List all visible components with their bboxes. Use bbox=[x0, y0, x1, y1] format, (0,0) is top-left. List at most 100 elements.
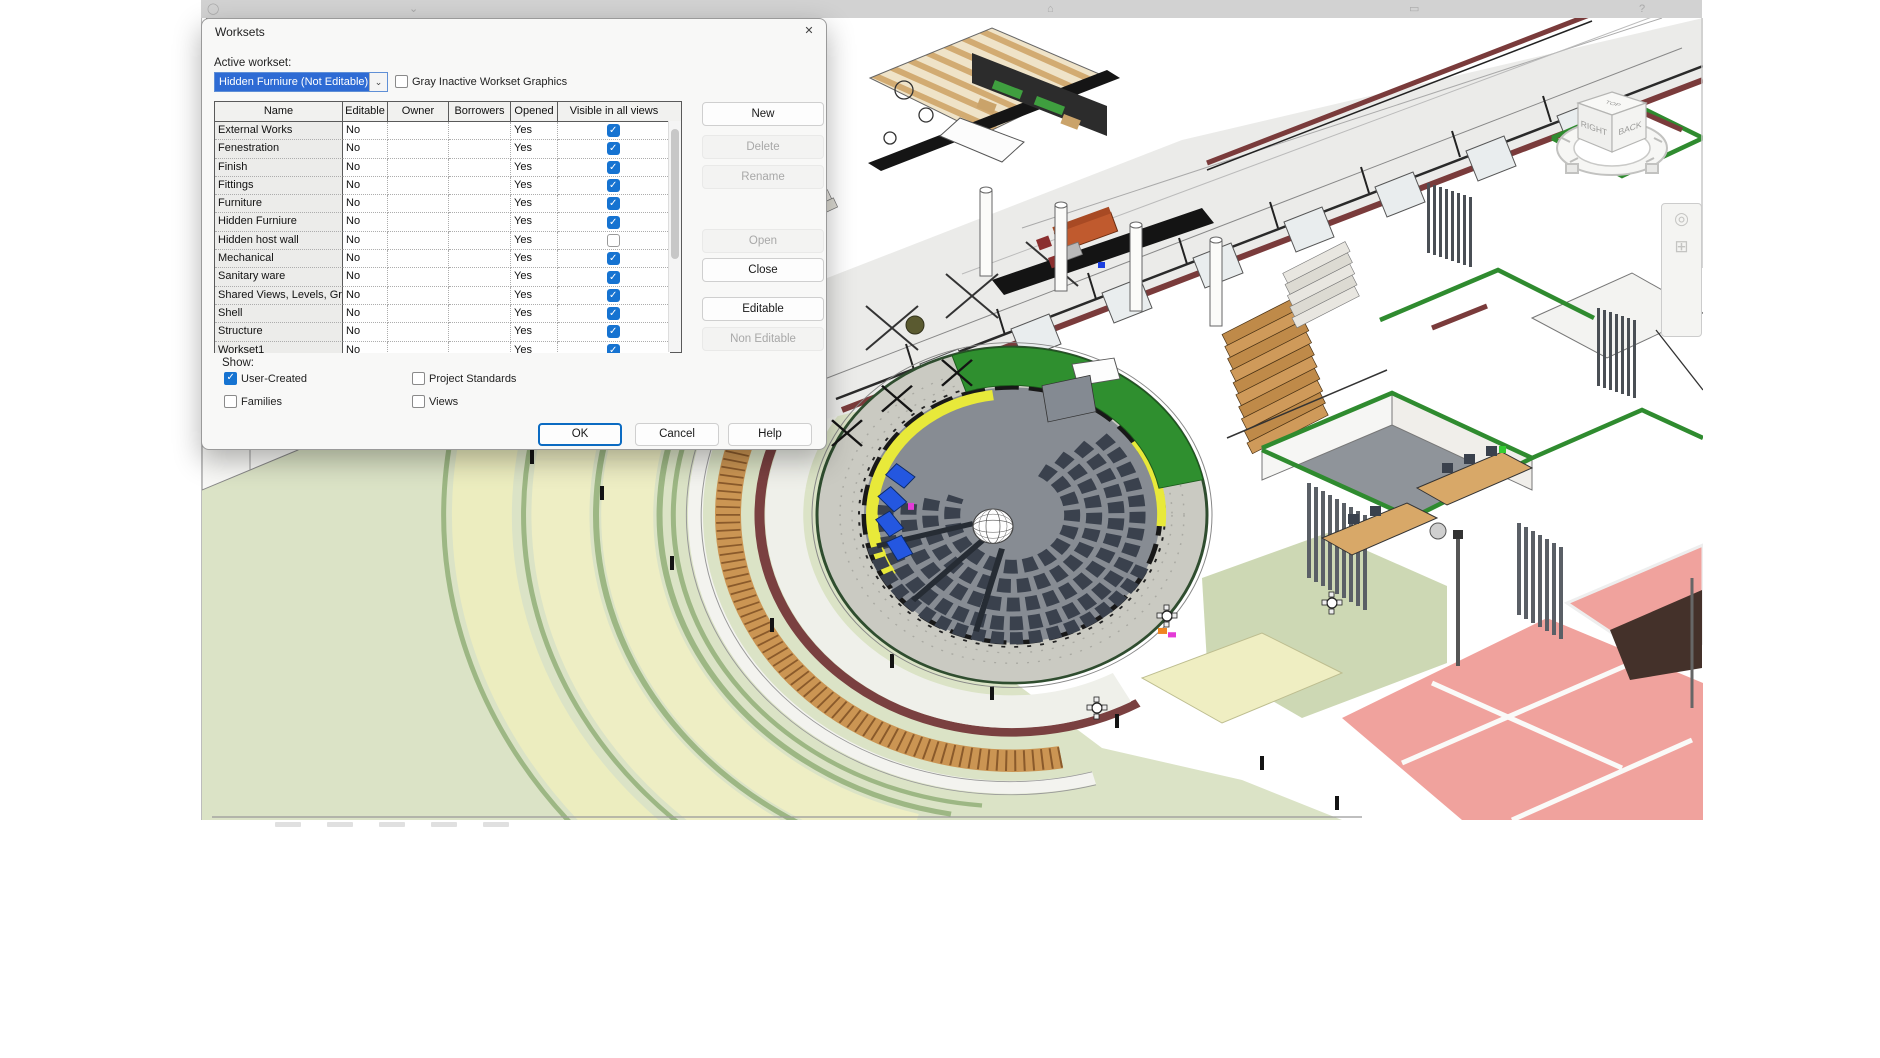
visible-in-all-views-checkbox[interactable] bbox=[607, 179, 620, 192]
scrollbar-thumb[interactable] bbox=[671, 129, 679, 259]
cell-editable: No bbox=[343, 122, 388, 140]
visible-in-all-views-checkbox[interactable] bbox=[607, 142, 620, 155]
visible-in-all-views-checkbox[interactable] bbox=[607, 197, 620, 210]
help-button[interactable]: Help bbox=[728, 423, 812, 446]
active-workset-label: Active workset: bbox=[214, 57, 291, 69]
panel-icon[interactable]: ▭ bbox=[1409, 1, 1419, 17]
revit-window: ◯ ⌄ ⌂ ▭ ? bbox=[0, 0, 1880, 1058]
pan-icon[interactable]: ⊞ bbox=[1674, 238, 1688, 256]
cell-editable: No bbox=[343, 323, 388, 341]
cell-opened: Yes bbox=[511, 232, 558, 250]
col-header-visible[interactable]: Visible in all views bbox=[558, 102, 670, 121]
blue-item bbox=[1098, 262, 1105, 268]
cell-editable: No bbox=[343, 195, 388, 213]
cell-borrowers bbox=[449, 159, 511, 177]
show-project-standards-checkbox[interactable] bbox=[412, 372, 425, 385]
show-user-created-checkbox[interactable] bbox=[224, 372, 237, 385]
rename-button: Rename bbox=[702, 165, 824, 189]
table-row[interactable]: FurnitureNoYes bbox=[215, 195, 681, 213]
table-row[interactable]: External WorksNoYes bbox=[215, 122, 681, 140]
table-row[interactable]: FinishNoYes bbox=[215, 159, 681, 177]
table-row[interactable]: MechanicalNo Yes bbox=[215, 250, 681, 268]
cell-borrowers bbox=[449, 232, 511, 250]
steering-wheel-icon[interactable]: ◎ bbox=[1674, 210, 1689, 228]
table-scrollbar[interactable] bbox=[668, 121, 681, 352]
cell-name: Shared Views, Levels, Grids bbox=[215, 287, 343, 305]
home-icon[interactable]: ⌂ bbox=[1047, 1, 1054, 17]
cancel-button[interactable]: Cancel bbox=[635, 423, 719, 446]
cell-editable: No bbox=[343, 342, 388, 353]
table-row[interactable]: ShellNoYes bbox=[215, 305, 681, 323]
view-control-bar[interactable] bbox=[275, 822, 509, 830]
visible-in-all-views-checkbox[interactable] bbox=[607, 289, 620, 302]
new-button[interactable]: New bbox=[702, 102, 824, 126]
window-titlebar: ◯ ⌄ ⌂ ▭ ? bbox=[201, 0, 1702, 19]
cell-opened: Yes bbox=[511, 342, 558, 353]
dropdown-caret-icon[interactable]: ⌄ bbox=[409, 1, 418, 17]
table-row[interactable]: FenestrationNoYes bbox=[215, 140, 681, 158]
close-button[interactable]: Close bbox=[702, 258, 824, 282]
cell-name: Fenestration bbox=[215, 140, 343, 158]
dialog-title: Worksets bbox=[215, 25, 265, 39]
compass-icon: ◯ bbox=[207, 1, 219, 17]
visible-in-all-views-checkbox[interactable] bbox=[607, 234, 620, 247]
cell-owner bbox=[388, 140, 449, 158]
table-row[interactable]: FittingsNoYes bbox=[215, 177, 681, 195]
help-icon[interactable]: ? bbox=[1639, 1, 1645, 17]
visible-in-all-views-checkbox[interactable] bbox=[607, 252, 620, 265]
cell-opened: Yes bbox=[511, 250, 558, 268]
table-row[interactable]: StructureNoYes bbox=[215, 323, 681, 341]
cell-opened: Yes bbox=[511, 140, 558, 158]
plant bbox=[906, 316, 924, 334]
active-workset-dropdown[interactable]: Hidden Furniure (Not Editable) ⌄ bbox=[214, 72, 388, 92]
close-icon[interactable]: ✕ bbox=[801, 24, 817, 40]
cell-editable: No bbox=[343, 287, 388, 305]
visible-in-all-views-checkbox[interactable] bbox=[607, 124, 620, 137]
show-families-checkbox[interactable] bbox=[224, 395, 237, 408]
editable-button[interactable]: Editable bbox=[702, 297, 824, 321]
show-views-checkbox[interactable] bbox=[412, 395, 425, 408]
non-editable-button: Non Editable bbox=[702, 327, 824, 351]
cell-name: Mechanical bbox=[215, 250, 343, 268]
visible-in-all-views-checkbox[interactable] bbox=[607, 216, 620, 229]
table-row[interactable]: Hidden host wallNoYes bbox=[215, 232, 681, 250]
cell-owner bbox=[388, 342, 449, 353]
table-row[interactable]: Workset1NoYes bbox=[215, 342, 681, 353]
cell-borrowers bbox=[449, 287, 511, 305]
cell-opened: Yes bbox=[511, 213, 558, 231]
gray-inactive-checkbox[interactable] bbox=[395, 75, 408, 88]
cell-borrowers bbox=[449, 323, 511, 341]
cell-owner bbox=[388, 305, 449, 323]
workset-table[interactable]: Name Editable Owner Borrowers Opened Vis… bbox=[214, 101, 682, 353]
col-header-editable[interactable]: Editable bbox=[343, 102, 388, 121]
visible-in-all-views-checkbox[interactable] bbox=[607, 271, 620, 284]
col-header-borrowers[interactable]: Borrowers bbox=[449, 102, 511, 121]
table-row[interactable]: Sanitary wareNoYes bbox=[215, 268, 681, 286]
cell-name: Hidden Furniure bbox=[215, 213, 343, 231]
col-header-opened[interactable]: Opened bbox=[511, 102, 558, 121]
cell-owner bbox=[388, 195, 449, 213]
col-header-name[interactable]: Name bbox=[215, 102, 343, 121]
visible-in-all-views-checkbox[interactable] bbox=[607, 325, 620, 338]
viewcube[interactable]: TOP RIGHT BACK bbox=[1548, 86, 1680, 192]
cell-owner bbox=[388, 122, 449, 140]
cell-owner bbox=[388, 177, 449, 195]
ok-button[interactable]: OK bbox=[538, 423, 622, 446]
cell-owner bbox=[388, 213, 449, 231]
cell-name: External Works bbox=[215, 122, 343, 140]
table-row[interactable]: Hidden FurniureNoYes bbox=[215, 213, 681, 231]
cell-editable: No bbox=[343, 250, 388, 268]
visible-in-all-views-checkbox[interactable] bbox=[607, 344, 620, 353]
visible-in-all-views-checkbox[interactable] bbox=[607, 161, 620, 174]
cell-opened: Yes bbox=[511, 305, 558, 323]
navigation-bar[interactable]: ◎ ⊞ bbox=[1661, 203, 1702, 337]
cell-opened: Yes bbox=[511, 177, 558, 195]
cell-editable: No bbox=[343, 159, 388, 177]
chevron-down-icon[interactable]: ⌄ bbox=[369, 73, 387, 91]
col-header-owner[interactable]: Owner bbox=[388, 102, 449, 121]
active-workset-value: Hidden Furniure (Not Editable) bbox=[215, 73, 369, 91]
cell-borrowers bbox=[449, 342, 511, 353]
table-row[interactable]: Shared Views, Levels, GridsNo Yes bbox=[215, 287, 681, 305]
visible-in-all-views-checkbox[interactable] bbox=[607, 307, 620, 320]
cell-opened: Yes bbox=[511, 287, 558, 305]
